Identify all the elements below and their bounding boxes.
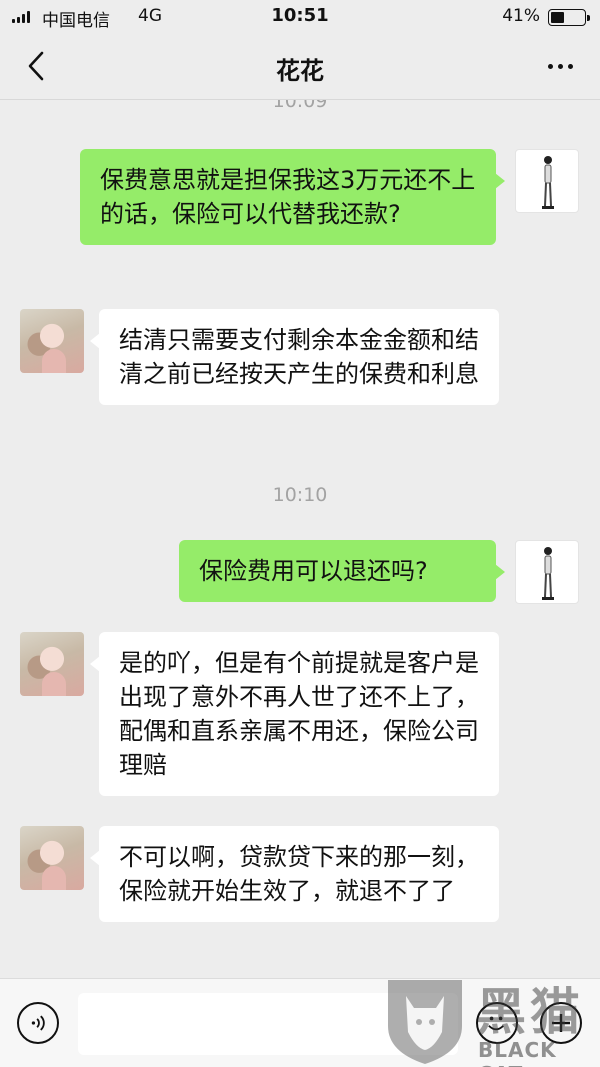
battery-icon	[548, 9, 590, 26]
plus-icon	[552, 1014, 570, 1032]
emoji-button[interactable]	[476, 1002, 518, 1044]
person-figure-icon	[542, 547, 554, 600]
voice-input-button[interactable]	[17, 1002, 59, 1044]
my-avatar[interactable]	[515, 149, 579, 213]
chat-header: 花花	[0, 34, 600, 100]
more-functions-button[interactable]	[540, 1002, 582, 1044]
emoji-icon	[488, 1016, 504, 1031]
voice-icon	[31, 1015, 45, 1031]
incoming-message[interactable]: 是的吖，但是有个前提就是客户是出现了意外不再人世了还不上了，配偶和直系亲属不用还…	[90, 632, 499, 796]
message-input[interactable]	[78, 993, 458, 1055]
status-bar: 中国电信 4G 10:51 41%	[0, 0, 600, 34]
contact-avatar[interactable]	[20, 632, 84, 696]
outgoing-message[interactable]: 保险费用可以退还吗?	[179, 540, 505, 602]
contact-avatar[interactable]	[20, 826, 84, 890]
incoming-message[interactable]: 结清只需要支付剩余本金金额和结清之前已经按天产生的保费和利息	[90, 309, 499, 405]
incoming-message[interactable]: 不可以啊，贷款贷下来的那一刻，保险就开始生效了，就退不了了	[90, 826, 499, 922]
input-bar	[0, 978, 600, 1067]
my-avatar[interactable]	[515, 540, 579, 604]
more-dots-icon	[547, 63, 553, 69]
message-list[interactable]: 10:09 保费意思就是担保我这3万元还不上的话，保险可以代替我还款? 结清只需…	[0, 100, 600, 978]
outgoing-message[interactable]: 保费意思就是担保我这3万元还不上的话，保险可以代替我还款?	[80, 149, 505, 245]
battery-percent: 41%	[502, 6, 540, 26]
person-figure-icon	[542, 156, 554, 209]
contact-avatar[interactable]	[20, 309, 84, 373]
chat-title: 花花	[276, 57, 324, 85]
timestamp: 10:10	[272, 484, 328, 506]
more-options-button[interactable]	[542, 56, 578, 76]
timestamp: 10:09	[272, 100, 328, 112]
